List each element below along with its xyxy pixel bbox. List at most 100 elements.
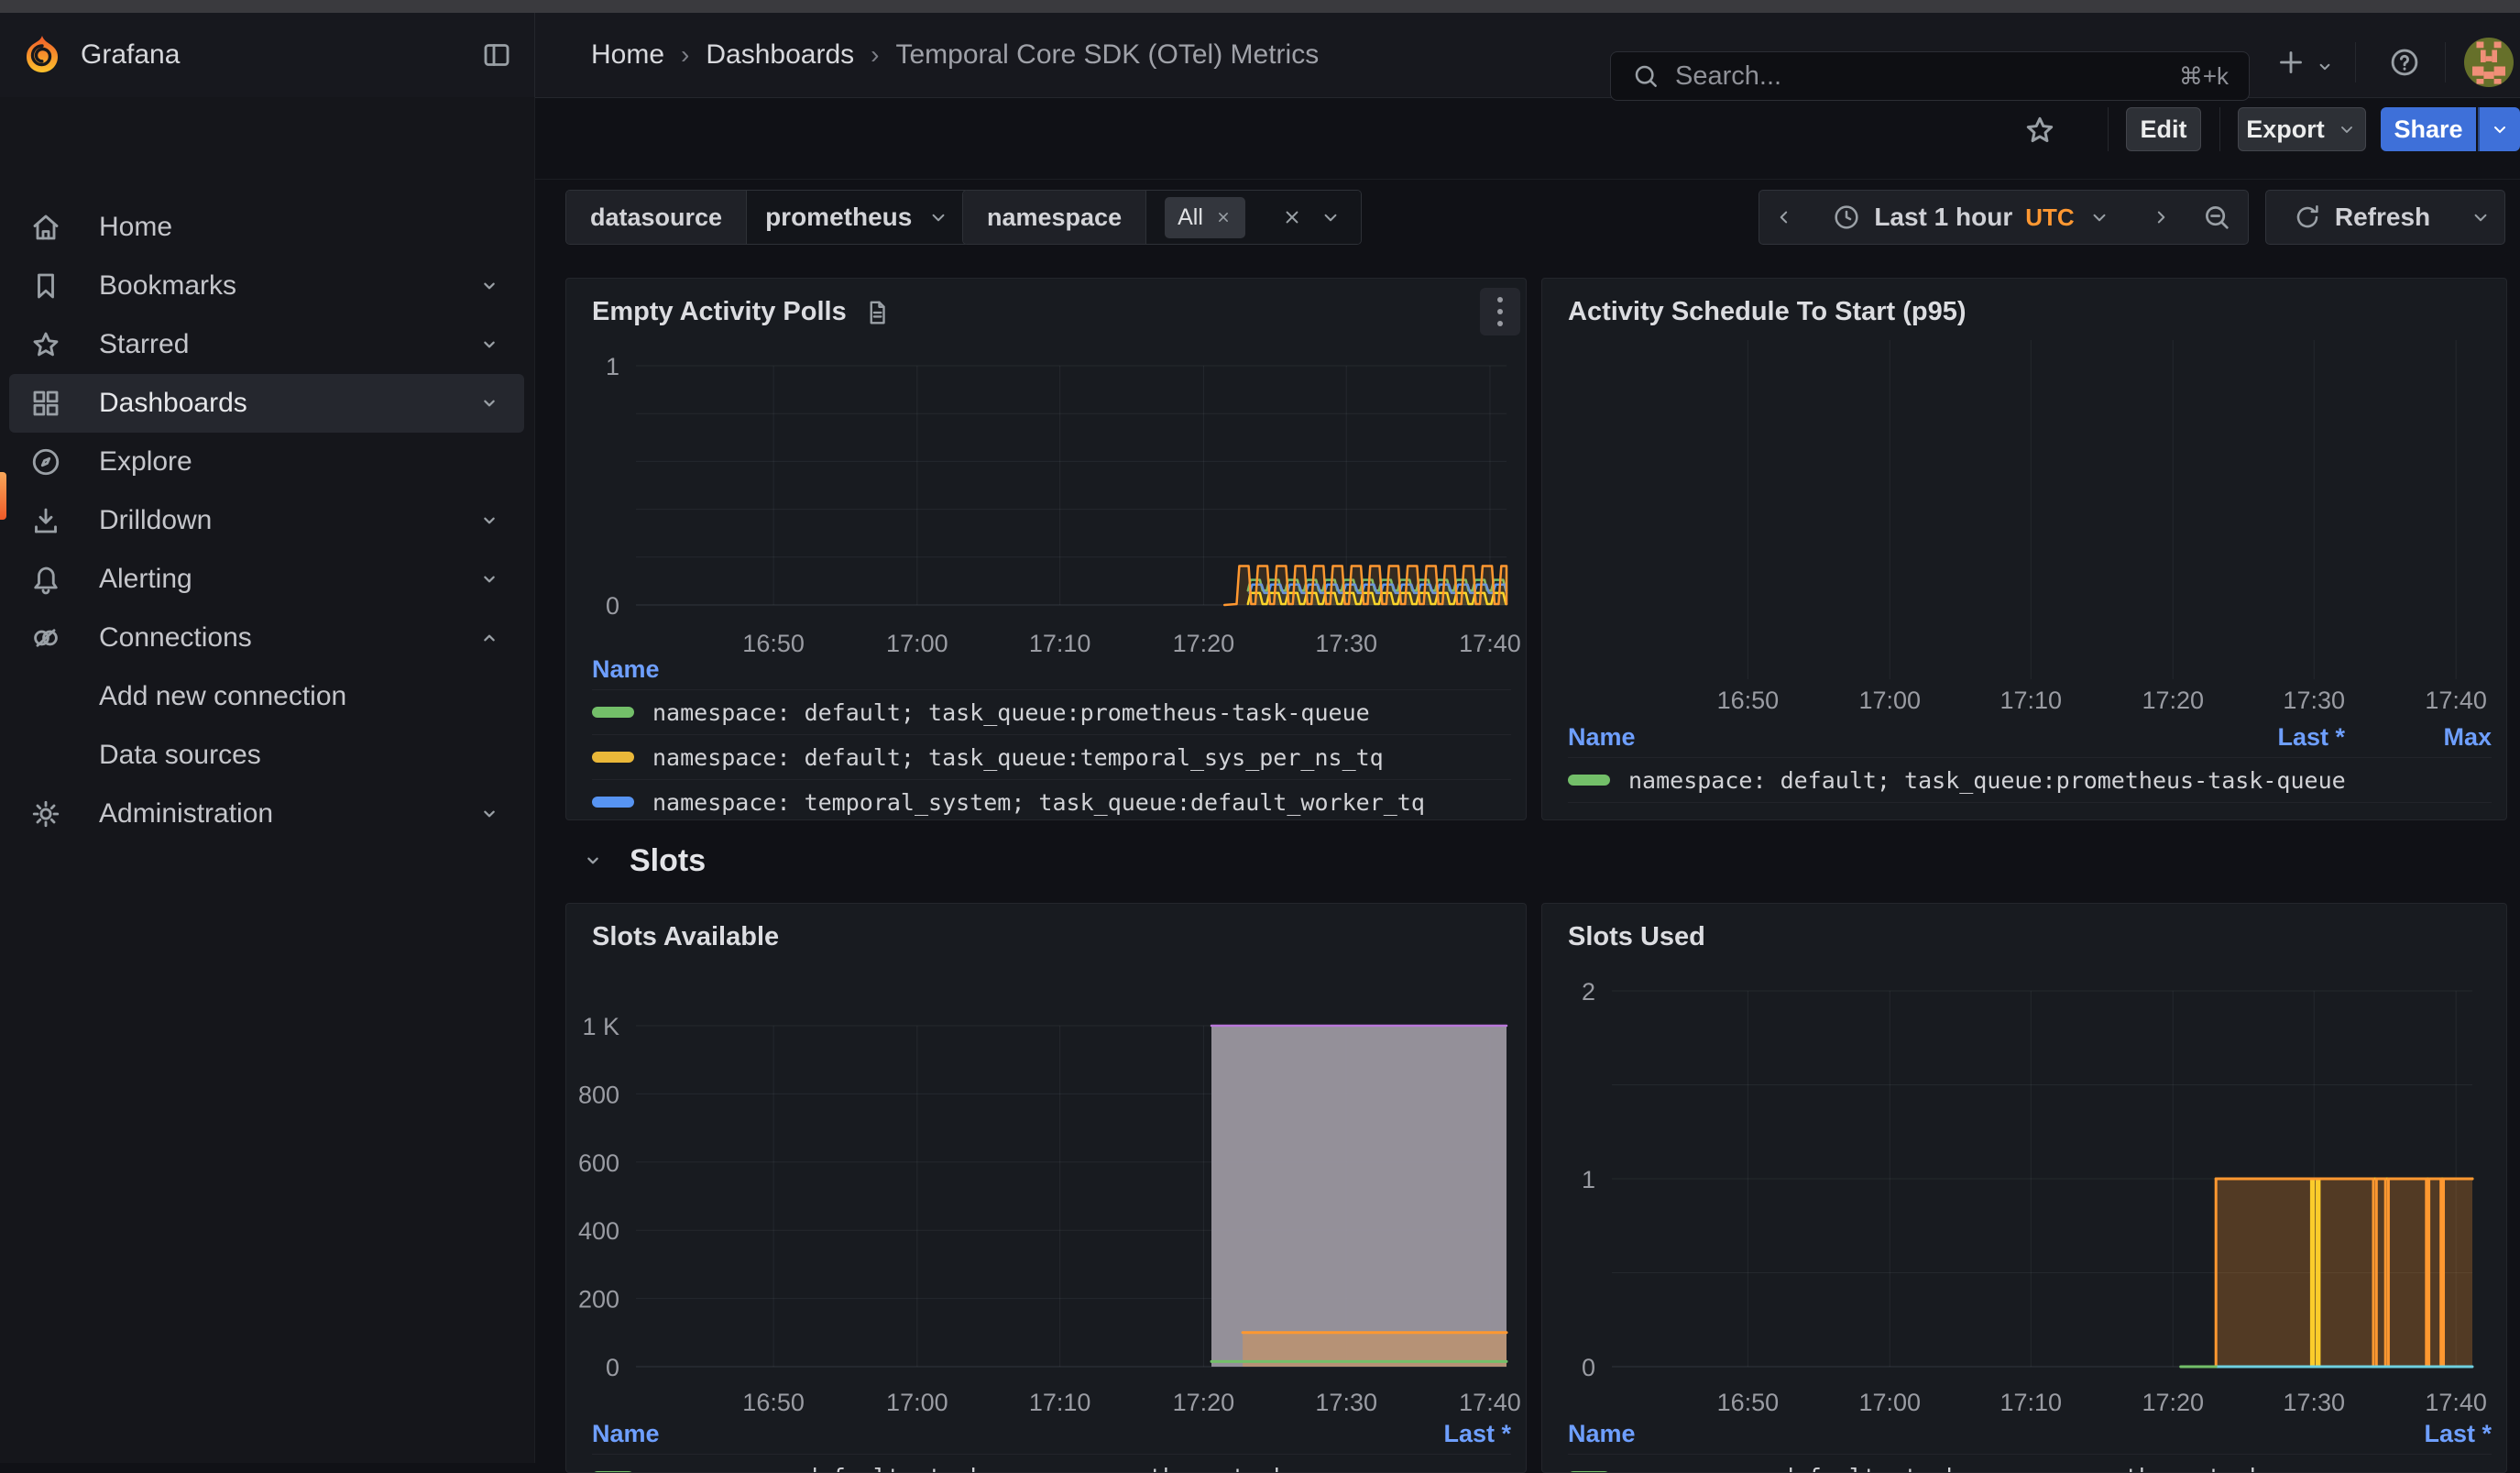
compass-icon (29, 445, 62, 478)
clock-icon (1832, 203, 1861, 232)
panel-legend: Name namespace: default; task_queue:prome… (592, 649, 1511, 820)
sidebar-item-connections[interactable]: Connections (9, 609, 524, 667)
series-name: namespace: default; task_queue:temporal_… (652, 744, 1384, 771)
legend-row[interactable]: namespace: default; task_queue:prometheu… (1568, 757, 2492, 803)
series-swatch (592, 797, 634, 808)
clear-filter-icon[interactable] (1280, 205, 1304, 229)
chevron-down-icon (477, 508, 502, 533)
svg-text:200: 200 (578, 1286, 619, 1314)
section-collapse-icon[interactable] (580, 848, 606, 874)
zoom-out-button[interactable] (2186, 190, 2249, 245)
share-button[interactable]: Share (2381, 107, 2476, 151)
svg-text:17:40: 17:40 (2425, 1389, 2487, 1416)
legend-row[interactable]: namespace: default; task_queue:prometheu… (1568, 1454, 2492, 1473)
datasource-filter[interactable]: datasource prometheus (565, 190, 970, 245)
series-swatch (592, 707, 634, 718)
namespace-filter-label: namespace (963, 191, 1146, 244)
breadcrumb-home[interactable]: Home (591, 39, 664, 71)
svg-text:0: 0 (606, 1354, 619, 1381)
sidebar-toggle-icon[interactable] (480, 38, 513, 71)
sidebar-item-drilldown[interactable]: Drilldown (9, 491, 524, 550)
chevron-down-icon (477, 273, 502, 299)
time-range-label: Last 1 hour (1874, 203, 2012, 232)
avatar[interactable] (2464, 38, 2514, 87)
chevron-down-icon (477, 566, 502, 592)
add-new-chevron-icon[interactable] (2313, 55, 2337, 79)
chevron-down-icon (2336, 118, 2358, 140)
sidebar-item-bookmarks[interactable]: Bookmarks (9, 257, 524, 315)
sidebar-item-starred[interactable]: Starred (9, 315, 524, 374)
sidebar-divider (534, 97, 535, 1463)
chevron-down-icon (2489, 118, 2511, 140)
bell-icon (29, 563, 62, 596)
time-range-picker[interactable]: Last 1 hour UTC (1808, 190, 2136, 245)
legend-column-name[interactable]: Name (1568, 723, 2198, 752)
breadcrumb-separator: › (871, 40, 879, 70)
refresh-interval-dropdown[interactable] (2457, 190, 2505, 245)
datasource-filter-label: datasource (566, 191, 747, 244)
breadcrumb-current: Temporal Core SDK (OTel) Metrics (895, 39, 1319, 71)
chevron-down-icon (926, 205, 950, 229)
panel-slots-used: Slots Used 16:5017:0017:1017:2017:3017:4… (1541, 903, 2507, 1473)
gear-icon (29, 797, 62, 830)
dashboards-grid-icon (29, 387, 62, 420)
help-icon[interactable] (2388, 46, 2421, 79)
search-shortcut: ⌘+k (2179, 62, 2229, 91)
section-slots[interactable]: Slots (580, 832, 706, 889)
search-input[interactable]: Search... ⌘+k (1610, 51, 2250, 101)
export-button[interactable]: Export (2238, 107, 2366, 151)
legend-row[interactable]: namespace: default; task_queue:temporal_… (592, 734, 1511, 779)
toolbar-bottom-divider (534, 179, 2520, 180)
svg-text:17:00: 17:00 (886, 1389, 948, 1416)
time-back-button[interactable] (1759, 190, 1809, 245)
svg-text:17:10: 17:10 (2000, 1389, 2063, 1416)
legend-column-last[interactable]: Last * (1364, 1420, 1511, 1448)
add-new-button[interactable] (2274, 46, 2307, 79)
sidebar-item-alerting[interactable]: Alerting (9, 550, 524, 609)
edit-button[interactable]: Edit (2126, 107, 2201, 151)
connections-icon (29, 621, 62, 654)
panel-empty-activity-polls: Empty Activity Polls 16:5017:0017:1017:2… (565, 278, 1527, 820)
share-dropdown-button[interactable] (2478, 107, 2520, 151)
panel-legend: NameLast *Max namespace: default; task_qu… (1568, 717, 2492, 803)
legend-column-name[interactable]: Name (1568, 1420, 2345, 1448)
chevron-down-icon (1319, 205, 1342, 229)
namespace-filter[interactable]: namespace All (962, 190, 1362, 245)
series-name: namespace: default; task_queue:prometheu… (652, 1464, 1370, 1473)
namespace-filter-chip[interactable]: All (1165, 197, 1245, 238)
sidebar-item-home[interactable]: Home (9, 198, 524, 257)
svg-text:17:40: 17:40 (1459, 1389, 1521, 1416)
legend-column-name[interactable]: Name (592, 655, 1511, 684)
sidebar-item-add-new-connection[interactable]: Add new connection (9, 667, 524, 726)
sidebar-item-explore[interactable]: Explore (9, 433, 524, 491)
chevron-down-icon (2469, 205, 2493, 229)
svg-text:17:30: 17:30 (1315, 1389, 1377, 1416)
legend-column-last[interactable]: Last * (2345, 1420, 2492, 1448)
series-name: namespace: default; task_queue:prometheu… (1628, 767, 2346, 794)
series-swatch (592, 752, 634, 763)
svg-text:16:50: 16:50 (1717, 1389, 1780, 1416)
svg-text:1 K: 1 K (582, 1013, 619, 1040)
sidebar-item-data-sources[interactable]: Data sources (9, 726, 524, 785)
favorite-star-icon[interactable] (2022, 113, 2057, 148)
time-forward-button[interactable] (2135, 190, 2186, 245)
home-icon (29, 211, 62, 244)
legend-row[interactable]: namespace: default; task_queue:prometheu… (592, 1454, 1511, 1473)
star-icon (29, 328, 62, 361)
legend-column-name[interactable]: Name (592, 1420, 1364, 1448)
legend-column-last[interactable]: Last * (2198, 723, 2345, 752)
breadcrumb-dashboards[interactable]: Dashboards (706, 39, 854, 71)
svg-text:0: 0 (606, 592, 619, 620)
legend-row[interactable]: namespace: temporal_system; task_queue:d… (592, 779, 1511, 820)
svg-text:400: 400 (578, 1217, 619, 1245)
legend-row[interactable]: namespace: default; task_queue:prometheu… (592, 689, 1511, 734)
legend-column-max[interactable]: Max (2345, 723, 2492, 752)
sidebar-item-dashboards[interactable]: Dashboards (9, 374, 524, 433)
sidebar: Home Bookmarks Starred Dashboards Explor… (0, 97, 534, 1463)
panel-legend: NameLast * namespace: default; task_queue… (592, 1413, 1511, 1473)
refresh-button[interactable]: Refresh (2265, 190, 2458, 245)
sidebar-item-administration[interactable]: Administration (9, 785, 524, 843)
product-name: Grafana (81, 39, 180, 71)
svg-text:2: 2 (1582, 978, 1595, 1006)
refresh-label: Refresh (2335, 203, 2430, 232)
